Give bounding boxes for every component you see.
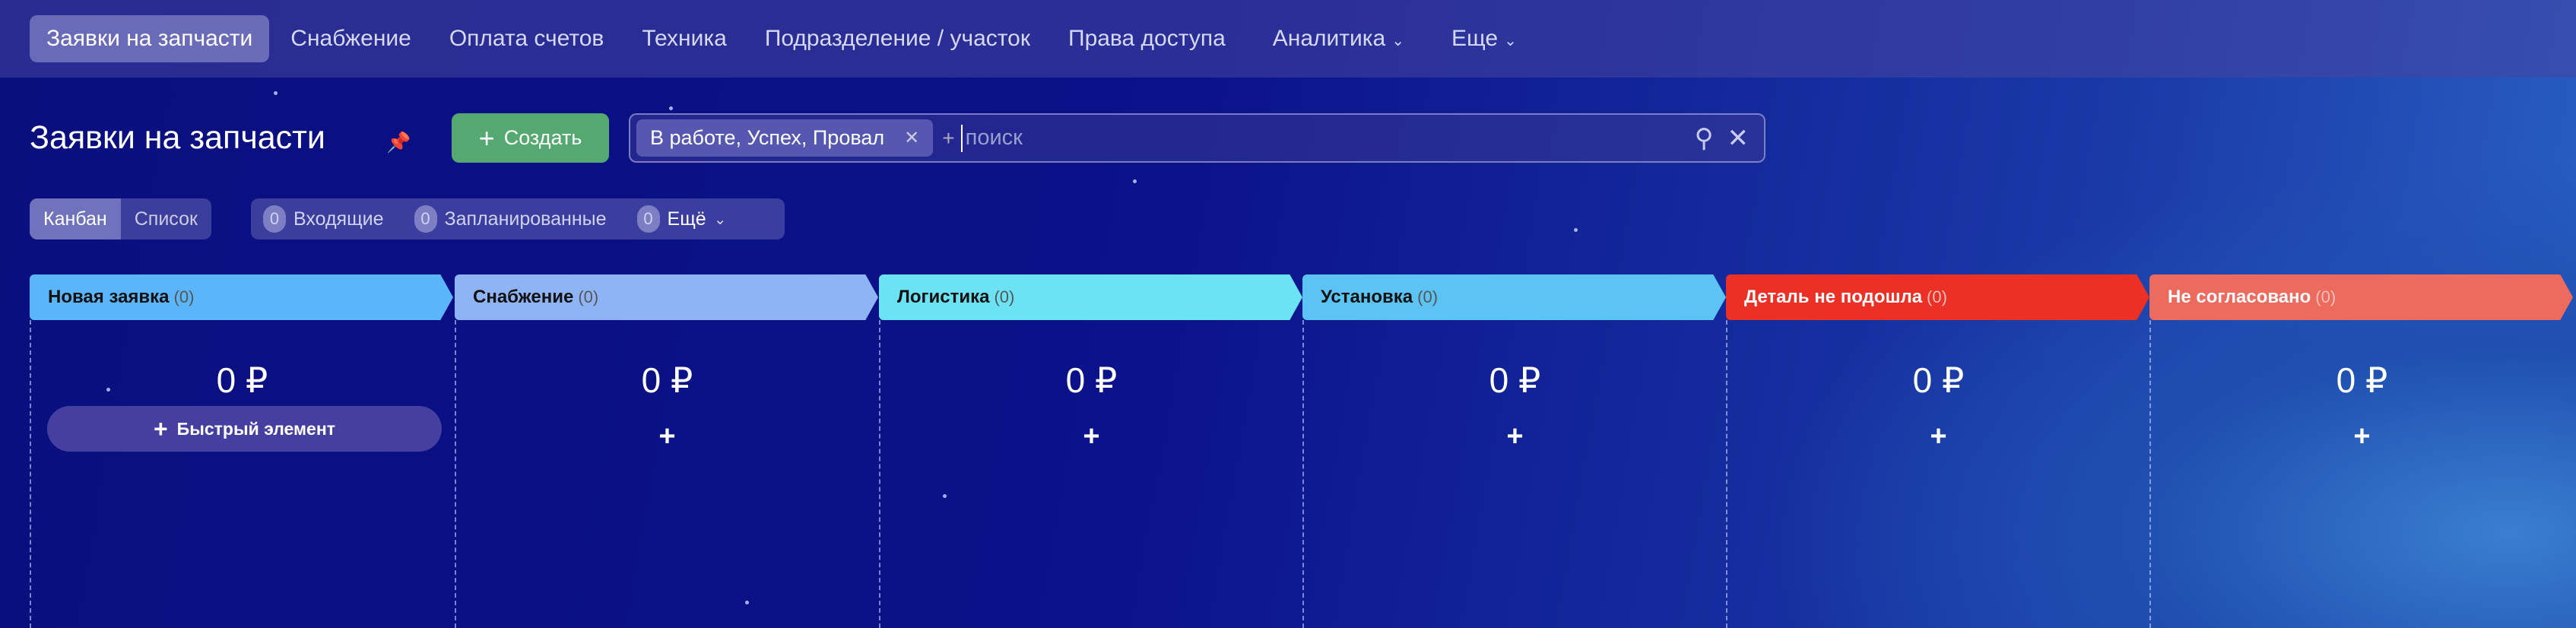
nav-tab-more[interactable]: Еще ⌄ (1435, 15, 1534, 62)
column-count: (0) (578, 287, 599, 306)
column-sum: 0 ₽ (1489, 360, 1541, 400)
plus-icon: + (942, 125, 955, 150)
filter-chip[interactable]: В работе, Успех, Провал ✕ (636, 119, 934, 157)
column-count: (0) (1927, 287, 1947, 306)
column-title: Новая заявка (48, 287, 170, 307)
nav-tab-access[interactable]: Права доступа (1052, 15, 1242, 62)
nav-tab-division[interactable]: Подразделение / участок (748, 15, 1047, 62)
nav-label: Аналитика (1272, 26, 1386, 51)
column-sum: 0 ₽ (641, 360, 693, 400)
kanban-column: Новая заявка (0) 0 ₽ + Быстрый элемент (30, 274, 453, 628)
search-icon[interactable]: ⚲ (1695, 123, 1714, 154)
add-item-plus-icon[interactable]: + (880, 420, 1302, 453)
nav-tab-invoices[interactable]: Оплата счетов (433, 15, 621, 62)
column-header[interactable]: Деталь не подошла (0) (1726, 274, 2149, 320)
column-title: Установка (1321, 287, 1413, 307)
kanban-column: Деталь не подошла (0) 0 ₽ + (1726, 274, 2149, 628)
add-item-plus-icon[interactable]: + (1727, 420, 2149, 453)
column-sum: 0 ₽ (2336, 360, 2388, 400)
count-badge: 0 (636, 205, 660, 233)
nav-tab-supply[interactable]: Снабжение (274, 15, 428, 62)
column-count: (0) (1417, 287, 1439, 306)
kanban-column: Снабжение (0) 0 ₽ + (455, 274, 878, 628)
column-header[interactable]: Не согласовано (0) (2149, 274, 2573, 320)
quick-add-button[interactable]: + Быстрый элемент (47, 406, 442, 452)
counter-more[interactable]: 0 Ещё ⌄ (636, 205, 727, 233)
nav-tab-analytics[interactable]: Аналитика ⌄ (1256, 15, 1421, 62)
create-button[interactable]: + Создать (452, 113, 609, 163)
counter-label: Входящие (293, 208, 384, 230)
counter-planned[interactable]: 0 Запланированные (414, 205, 607, 233)
column-header[interactable]: Снабжение (0) (455, 274, 878, 320)
view-switcher: Канбан Список (30, 198, 211, 239)
column-body: 0 ₽ + Быстрый элемент (30, 320, 453, 628)
column-header[interactable]: Новая заявка (0) (30, 274, 453, 320)
counter-label: Запланированные (444, 208, 607, 230)
plus-icon: + (478, 122, 495, 154)
close-icon[interactable]: ✕ (904, 127, 919, 149)
create-label: Создать (503, 126, 582, 149)
page-title: Заявки на запчасти (30, 119, 325, 156)
search-input[interactable]: поиск (966, 125, 1023, 151)
count-badge: 0 (263, 205, 286, 233)
column-count: (0) (2315, 287, 2336, 306)
column-count: (0) (994, 287, 1015, 306)
text-cursor (960, 124, 963, 152)
kanban-column: Установка (0) 0 ₽ + (1302, 274, 1726, 628)
column-body: 0 ₽ + (1302, 320, 1726, 628)
nav-tab-equipment[interactable]: Техника (625, 15, 743, 62)
pin-icon[interactable]: 📌 (386, 131, 411, 154)
clear-icon[interactable]: ✕ (1727, 123, 1750, 154)
kanban-column: Логистика (0) 0 ₽ + (879, 274, 1302, 628)
nav-tab-spare-parts[interactable]: Заявки на запчасти (30, 15, 270, 62)
search-filter-bar[interactable]: В работе, Успех, Провал ✕ + поиск ⚲ ✕ (629, 113, 1765, 163)
add-item-plus-icon[interactable]: + (2151, 420, 2573, 453)
view-kanban[interactable]: Канбан (30, 198, 121, 239)
nav-label: Еще (1451, 26, 1499, 51)
counters-bar: 0 Входящие 0 Запланированные 0 Ещё ⌄ (251, 198, 785, 239)
column-header[interactable]: Установка (0) (1302, 274, 1726, 320)
add-item-plus-icon[interactable]: + (456, 420, 878, 453)
column-sum: 0 ₽ (1912, 360, 1965, 400)
top-nav: Заявки на запчасти Снабжение Оплата счет… (0, 0, 2576, 78)
kanban-column: Не согласовано (0) 0 ₽ + (2149, 274, 2573, 628)
add-item-plus-icon[interactable]: + (1304, 420, 1726, 453)
chevron-down-icon: ⌄ (1391, 33, 1405, 49)
column-body: 0 ₽ + (455, 320, 878, 628)
counter-label: Ещё (667, 208, 706, 230)
column-body: 0 ₽ + (2149, 320, 2573, 628)
column-sum: 0 ₽ (216, 360, 268, 400)
plus-icon: + (153, 414, 168, 442)
column-sum: 0 ₽ (1065, 360, 1118, 400)
filter-chip-label: В работе, Успех, Провал (650, 126, 885, 149)
chevron-down-icon: ⌄ (713, 211, 727, 228)
column-header[interactable]: Логистика (0) (879, 274, 1302, 320)
view-list[interactable]: Список (121, 198, 211, 239)
count-badge: 0 (414, 205, 437, 233)
column-title: Не согласовано (2168, 287, 2311, 307)
column-body: 0 ₽ + (879, 320, 1302, 628)
column-count: (0) (173, 287, 195, 306)
chevron-down-icon: ⌄ (1504, 33, 1517, 49)
column-body: 0 ₽ + (1726, 320, 2149, 628)
counter-incoming[interactable]: 0 Входящие (263, 205, 384, 233)
column-title: Деталь не подошла (1744, 287, 1923, 307)
quick-add-label: Быстрый элемент (176, 418, 336, 439)
column-title: Снабжение (473, 287, 574, 307)
column-title: Логистика (897, 287, 990, 307)
